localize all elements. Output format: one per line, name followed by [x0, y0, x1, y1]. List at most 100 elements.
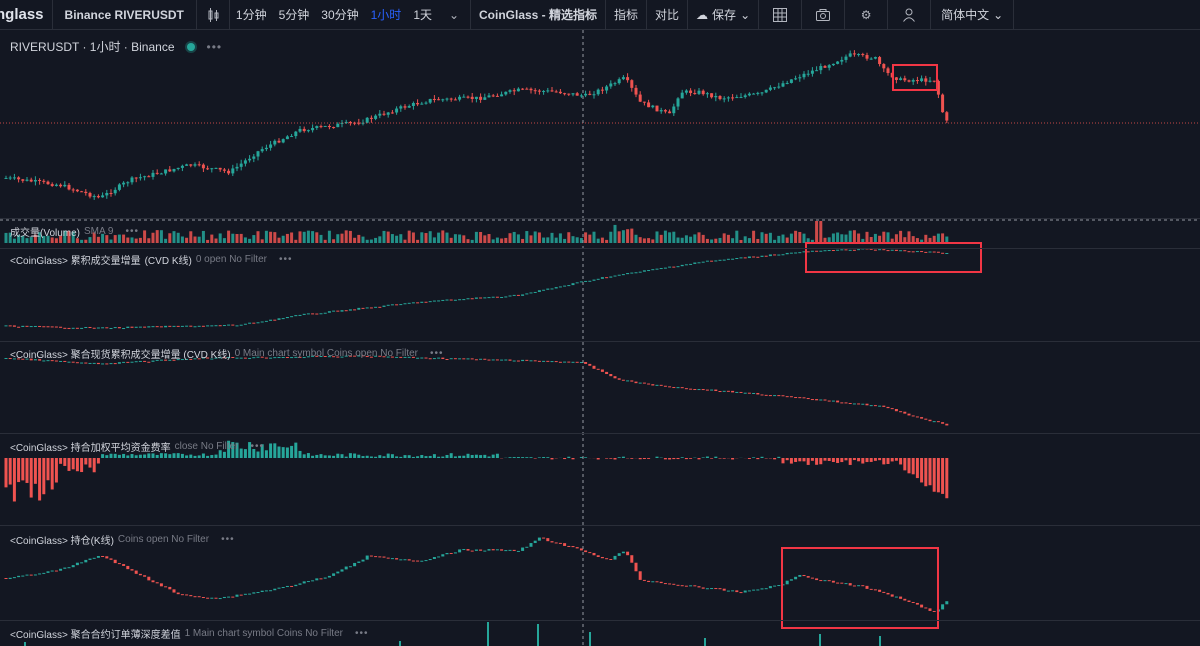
spot-cvd-candle	[138, 360, 142, 362]
more-options-icon[interactable]: •••	[430, 348, 444, 359]
more-options-icon[interactable]: •••	[221, 534, 235, 545]
funding-bar	[462, 455, 466, 458]
volume-bar	[873, 233, 877, 243]
interval-1m[interactable]: 1分钟	[230, 0, 273, 29]
funding-bar	[571, 458, 575, 460]
volume-bar	[878, 235, 882, 243]
funding-bar	[516, 457, 520, 458]
compare-button[interactable]: 对比	[647, 0, 687, 29]
more-options-icon[interactable]: •••	[251, 441, 265, 452]
funding-bar	[21, 458, 25, 481]
chart-area[interactable]: RIVERUSDT · 1小时 · Binance ••• 成交量(Volume…	[0, 30, 1200, 646]
funding-bar	[38, 458, 42, 501]
candle-body	[537, 90, 541, 92]
more-options-icon[interactable]: •••	[355, 628, 369, 639]
spot-cvd-candle	[617, 378, 621, 380]
candle-body	[159, 173, 163, 175]
funding-bar	[197, 455, 201, 458]
coinglass-indicators-button[interactable]: CoinGlass - 精选指标	[471, 0, 605, 29]
candle-body	[416, 102, 420, 105]
spot-cvd-candle	[907, 413, 911, 416]
pane-separator[interactable]	[0, 433, 1200, 434]
interval-1d[interactable]: 1天	[407, 0, 438, 29]
funding-bar	[899, 458, 903, 465]
volume-bar	[533, 231, 537, 243]
funding-bar	[882, 458, 886, 465]
volume-bar	[676, 237, 680, 243]
candle-body	[38, 180, 42, 182]
interval-30m[interactable]: 30分钟	[315, 0, 364, 29]
oi-candle	[134, 570, 138, 574]
more-options-icon[interactable]: •••	[207, 40, 223, 54]
funding-bar	[138, 454, 142, 458]
candle-body	[920, 78, 924, 82]
camera-icon[interactable]	[802, 0, 844, 29]
funding-bar	[96, 458, 100, 464]
oi-candle	[59, 568, 63, 571]
cvd-candle	[726, 258, 730, 260]
volume-bar	[84, 239, 88, 243]
oi-candle	[122, 564, 126, 566]
oi-candle	[735, 590, 739, 593]
pane-separator[interactable]	[0, 248, 1200, 249]
save-button[interactable]: ☁ 保存 ⌄	[688, 0, 758, 29]
volume-bar	[516, 234, 520, 243]
user-icon[interactable]	[888, 0, 930, 29]
oi-candle	[54, 570, 58, 572]
interval-5m[interactable]: 5分钟	[273, 0, 316, 29]
spot-cvd-candle	[743, 392, 747, 394]
interval-1h[interactable]: 1小时	[365, 0, 408, 29]
oi-candle	[609, 558, 613, 560]
pane-separator[interactable]	[0, 620, 1200, 621]
candle-body	[117, 184, 121, 190]
more-options-icon[interactable]: •••	[279, 254, 293, 265]
candle-body	[596, 89, 600, 95]
spot-cvd-candle	[752, 392, 756, 394]
language-selector[interactable]: 简体中文 ⌄	[931, 0, 1013, 29]
oi-candle	[672, 583, 676, 585]
chevron-down-icon[interactable]: ⌄	[438, 0, 470, 29]
candle-body	[168, 169, 172, 172]
volume-bar	[747, 238, 751, 243]
volume-bar	[764, 233, 768, 243]
pane-separator[interactable]	[0, 525, 1200, 526]
cvd-candle	[941, 252, 945, 254]
candle-body	[63, 184, 67, 187]
pane-separator[interactable]	[0, 218, 1200, 219]
symbol-selector[interactable]: Binance RIVERUSDT	[53, 0, 196, 29]
volume-bar	[642, 238, 646, 243]
volume-bar	[390, 234, 394, 243]
volume-bar	[529, 235, 533, 243]
funding-bar	[71, 458, 75, 470]
cvd-candle	[8, 325, 12, 327]
volume-bar	[768, 232, 772, 243]
more-options-icon[interactable]: •••	[125, 226, 139, 237]
funding-bar	[701, 457, 705, 458]
funding-bar	[332, 455, 336, 458]
volume-bar	[285, 233, 289, 243]
indicators-button[interactable]: 指标	[606, 0, 646, 29]
oi-candle	[819, 580, 823, 582]
oi-candle	[290, 585, 294, 587]
candle-body	[399, 106, 403, 109]
funding-bar	[445, 454, 449, 458]
grid-layout-icon[interactable]	[759, 0, 801, 29]
funding-bar	[25, 458, 29, 483]
funding-bar	[563, 458, 567, 460]
oi-candle	[416, 560, 420, 562]
candle-body	[621, 77, 625, 80]
oi-candle	[269, 590, 273, 592]
volume-bar	[537, 232, 541, 243]
spot-cvd-candle	[96, 362, 100, 365]
pane-separator[interactable]	[0, 341, 1200, 342]
candle-body	[403, 106, 407, 108]
oi-candle	[222, 596, 226, 599]
funding-bar	[848, 458, 852, 465]
cvd-candle	[747, 256, 751, 259]
chart-canvas[interactable]	[0, 30, 1200, 646]
candle-type-icon[interactable]	[197, 0, 229, 29]
spot-cvd-title: <CoinGlass> 聚合现货累积成交量增量 (CVD K线)	[10, 350, 231, 361]
spot-cvd-candle	[798, 397, 802, 399]
gear-icon[interactable]: ⚙	[845, 0, 887, 29]
candle-body	[777, 86, 781, 88]
